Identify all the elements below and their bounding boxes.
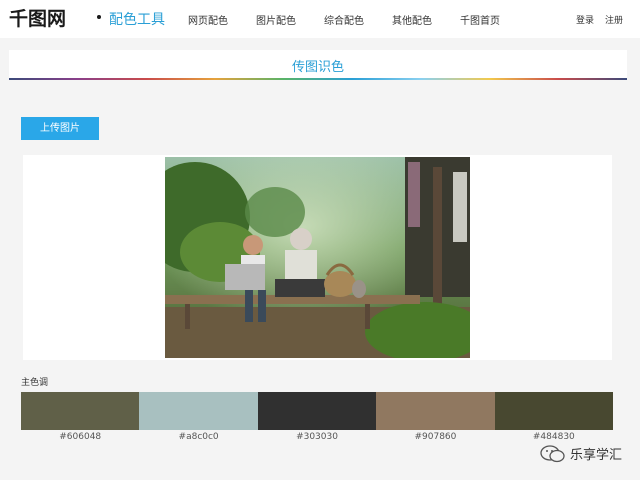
color-swatch[interactable] <box>139 392 258 430</box>
color-swatch[interactable] <box>494 392 614 430</box>
nav-item-web-colors[interactable]: 网页配色 <box>188 12 228 27</box>
watermark: 乐享学汇 <box>540 444 622 463</box>
nav-item-other-colors[interactable]: 其他配色 <box>392 12 432 27</box>
color-swatch[interactable] <box>376 392 495 430</box>
color-code[interactable]: #303030 <box>258 432 376 442</box>
main-colors-label: 主色调 <box>21 378 49 388</box>
wechat-icon <box>540 444 565 462</box>
page-title: 传图识色 <box>291 60 344 75</box>
color-code[interactable]: #484830 <box>495 432 613 442</box>
color-swatch-strip <box>21 392 614 430</box>
auth-links: 登录 注册 <box>565 13 623 26</box>
uploaded-photo-icon <box>165 157 470 358</box>
page-title-band: 传图识色 <box>9 50 627 79</box>
top-navigation-bar: 千图网 配色工具 网页配色 图片配色 综合配色 其他配色 千图首页 登录 注册 <box>0 0 640 38</box>
color-swatch[interactable] <box>257 392 377 430</box>
login-link[interactable]: 登录 <box>576 13 594 26</box>
nav-item-home[interactable]: 千图首页 <box>460 12 500 27</box>
logo-separator-dot <box>97 15 101 19</box>
tool-name[interactable]: 配色工具 <box>109 9 165 29</box>
rainbow-divider <box>9 78 627 80</box>
color-code-row: #606048 #a8c0c0 #303030 #907860 #484830 <box>21 432 613 442</box>
site-logo[interactable]: 千图网 <box>9 4 66 31</box>
upload-image-button[interactable]: 上传图片 <box>21 117 99 140</box>
main-nav: 网页配色 图片配色 综合配色 其他配色 千图首页 <box>188 12 528 27</box>
color-code[interactable]: #a8c0c0 <box>139 432 257 442</box>
nav-item-combined-colors[interactable]: 综合配色 <box>324 12 364 27</box>
color-code[interactable]: #907860 <box>376 432 494 442</box>
register-link[interactable]: 注册 <box>605 13 623 26</box>
color-swatch[interactable] <box>21 392 140 430</box>
color-code[interactable]: #606048 <box>21 432 139 442</box>
nav-item-image-colors[interactable]: 图片配色 <box>256 12 296 27</box>
watermark-text: 乐享学汇 <box>569 448 622 463</box>
